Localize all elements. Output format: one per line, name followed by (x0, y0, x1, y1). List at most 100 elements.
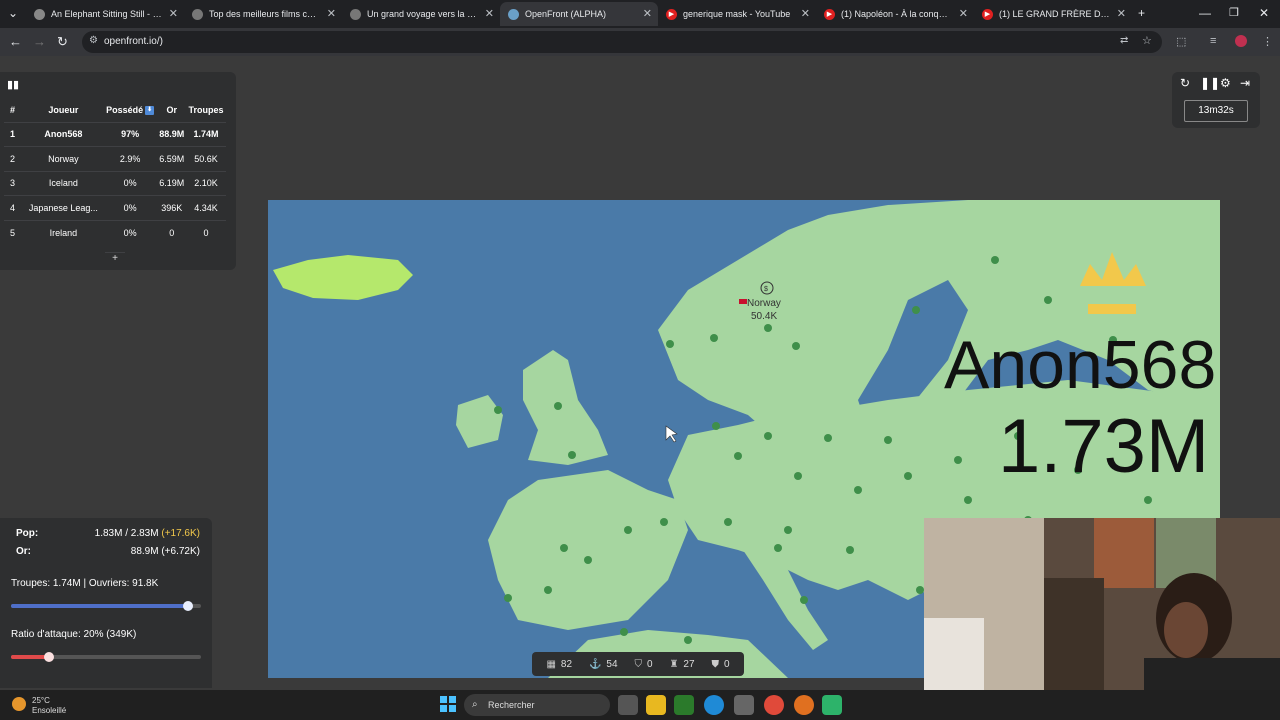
leaderboard-table: # Joueur Possédé ⬇ Or Troupes 1 Anon568 9… (4, 98, 226, 245)
game-timer: 13m32s (1184, 100, 1248, 122)
pop-value: 1.83M / 2.83M (94, 528, 159, 539)
tab-openfront[interactable]: OpenFront (ALPHA) ✕ (500, 2, 658, 26)
youtube-icon: ▶ (824, 8, 835, 20)
game-controls: ↻ ❚❚ ⚙ ⇥ 13m32s (1172, 72, 1260, 128)
reading-list-icon[interactable]: ≡ (1210, 35, 1216, 47)
leaderboard-expand-button[interactable]: + (105, 252, 125, 264)
webcam-overlay (924, 518, 1280, 690)
tab-youtube-baki[interactable]: ▶ (1) LE GRAND FRÈRE DE BAKI D ✕ (974, 2, 1132, 26)
player-troops-label: 1.73M (998, 404, 1209, 489)
taskbar-search[interactable]: ⌕ Rechercher (464, 694, 610, 716)
bar-chart-icon[interactable]: ▮▮ (7, 78, 19, 91)
globe-icon (508, 8, 519, 20)
menu-icon[interactable]: ⋮ (1262, 35, 1273, 48)
firefox-icon[interactable] (794, 695, 814, 715)
unit-missile-silo[interactable]: ⛊ 0 (711, 659, 729, 670)
tab-search-icon[interactable]: ⌄ (8, 6, 18, 20)
minimize-icon[interactable]: — (1199, 6, 1211, 20)
sun-icon (12, 697, 26, 711)
chrome-icon[interactable] (764, 695, 784, 715)
new-tab-icon[interactable]: + (1138, 6, 1145, 20)
troops-workers-text: Troupes: 1.74M | Ouvriers: 91.8K (11, 578, 159, 589)
close-icon[interactable]: ✕ (169, 7, 178, 20)
attack-ratio-text: Ratio d'attaque: 20% (349K) (11, 629, 137, 640)
reload-icon[interactable]: ↻ (57, 34, 68, 50)
windows-taskbar: 25°C Ensoleillé ⌕ Rechercher (0, 690, 1280, 720)
table-row[interactable]: 3 Iceland 0% 6.19M 2.10K (4, 170, 226, 196)
task-view-icon[interactable] (618, 695, 638, 715)
windows-start-icon[interactable] (440, 696, 456, 712)
pop-row: Pop: 1.83M / 2.83M (+17.6K) (16, 528, 200, 539)
close-icon[interactable]: ✕ (485, 7, 494, 20)
unit-counts-bar: ▦ 82 ⚓ 54 ⛉ 0 ♜ 27 ⛊ 0 (532, 652, 744, 676)
close-icon[interactable]: ✕ (643, 7, 652, 20)
search-icon: ⌕ (472, 699, 478, 710)
unit-port[interactable]: ⚓ 54 (589, 659, 618, 670)
leaderboard-header: # Joueur Possédé ⬇ Or Troupes (4, 98, 226, 122)
attack-slider-knob[interactable] (44, 652, 54, 662)
troops-slider-fill (11, 604, 188, 608)
forward-icon[interactable]: → (33, 34, 46, 49)
settings-icon[interactable]: ⚙ (1220, 76, 1231, 90)
gold-row: Or: 88.9M (+6.72K) (16, 546, 200, 557)
extensions-icon[interactable]: ⬚ (1176, 35, 1186, 48)
tab-top-films[interactable]: Top des meilleurs films chinois ✕ (184, 2, 342, 26)
browser-toolbar: ← → ↻ ⚙ openfront.io/) ⇄ ☆ ⬚ ≡ ⋮ (0, 28, 1280, 56)
table-row[interactable]: 2 Norway 2.9% 6.59M 50.6K (4, 146, 226, 172)
sc-icon (350, 8, 361, 20)
restore-icon[interactable]: ❐ (1229, 6, 1239, 19)
troops-slider-knob[interactable] (182, 601, 193, 611)
tab-youtube-napoleon[interactable]: ▶ (1) Napoléon - À la conquête d ✕ (816, 2, 974, 26)
close-icon[interactable]: ✕ (801, 7, 810, 20)
unit-defense-post[interactable]: ⛉ 0 (634, 659, 652, 670)
crown-base (1088, 304, 1136, 314)
close-icon[interactable]: ✕ (1117, 7, 1126, 20)
player-name-label: Anon568 (944, 327, 1216, 403)
missile-silo-icon: ⛊ (711, 658, 719, 670)
leaderboard-panel: ▮▮ # Joueur Possédé ⬇ Or Troupes 1 Anon56… (0, 72, 236, 270)
attack-ratio-slider[interactable] (11, 652, 201, 662)
tab-strip: ⌄ An Elephant Sitting Still - Film ( ✕ T… (0, 0, 1280, 28)
sc-icon (192, 8, 203, 20)
col-player[interactable]: Joueur (24, 98, 103, 122)
table-row[interactable]: 4 Japanese Leag... 0% 396K 4.34K (4, 195, 226, 221)
restart-icon[interactable]: ↻ (1180, 76, 1190, 90)
norway-troops: 50.4K (751, 311, 777, 322)
tab-grand-voyage[interactable]: Un grand voyage vers la nuit - ✕ (342, 2, 500, 26)
unit-warship[interactable]: ♜ 27 (669, 659, 694, 670)
store-icon[interactable] (734, 695, 754, 715)
youtube-icon: ▶ (982, 8, 993, 20)
table-row[interactable]: 5 Ireland 0% 0 0 (4, 219, 226, 245)
close-icon[interactable]: ✕ (327, 7, 336, 20)
tab-youtube-mask[interactable]: ▶ generique mask - YouTube ✕ (658, 2, 816, 26)
translate-icon[interactable]: ⇄ (1120, 35, 1128, 46)
back-icon[interactable]: ← (9, 34, 22, 49)
warship-icon: ♜ (669, 658, 679, 670)
bookmark-star-icon[interactable]: ☆ (1142, 34, 1152, 47)
col-rank: # (10, 104, 16, 115)
pause-icon[interactable]: ❚❚ (1200, 76, 1220, 90)
norway-label: Norway (747, 298, 781, 309)
site-info-icon[interactable]: ⚙ (89, 35, 98, 46)
col-troops[interactable]: Troupes (186, 98, 226, 122)
app-icon[interactable] (822, 695, 842, 715)
svg-text:$: $ (764, 286, 768, 293)
address-bar[interactable]: ⚙ openfront.io/) ⇄ ☆ (82, 31, 1162, 53)
nvidia-icon[interactable] (674, 695, 694, 715)
tab-elephant[interactable]: An Elephant Sitting Still - Film ( ✕ (26, 2, 184, 26)
profile-avatar[interactable] (1235, 35, 1247, 47)
col-gold[interactable]: Or (158, 98, 187, 122)
close-icon[interactable]: ✕ (959, 7, 968, 20)
film-icon (34, 8, 45, 20)
norway-flag-icon (739, 299, 747, 304)
port-icon: ⚓ (588, 658, 602, 670)
youtube-icon: ▶ (666, 8, 677, 20)
table-row[interactable]: 1 Anon568 97% 88.9M 1.74M (4, 121, 226, 147)
edge-icon[interactable] (704, 695, 724, 715)
col-owned[interactable]: Possédé ⬇ (103, 98, 158, 122)
exit-icon[interactable]: ⇥ (1240, 76, 1250, 90)
unit-city[interactable]: ▦ 82 (546, 659, 572, 670)
troops-ratio-slider[interactable] (11, 601, 201, 611)
window-close-icon[interactable]: ✕ (1259, 6, 1269, 20)
file-explorer-icon[interactable] (646, 695, 666, 715)
